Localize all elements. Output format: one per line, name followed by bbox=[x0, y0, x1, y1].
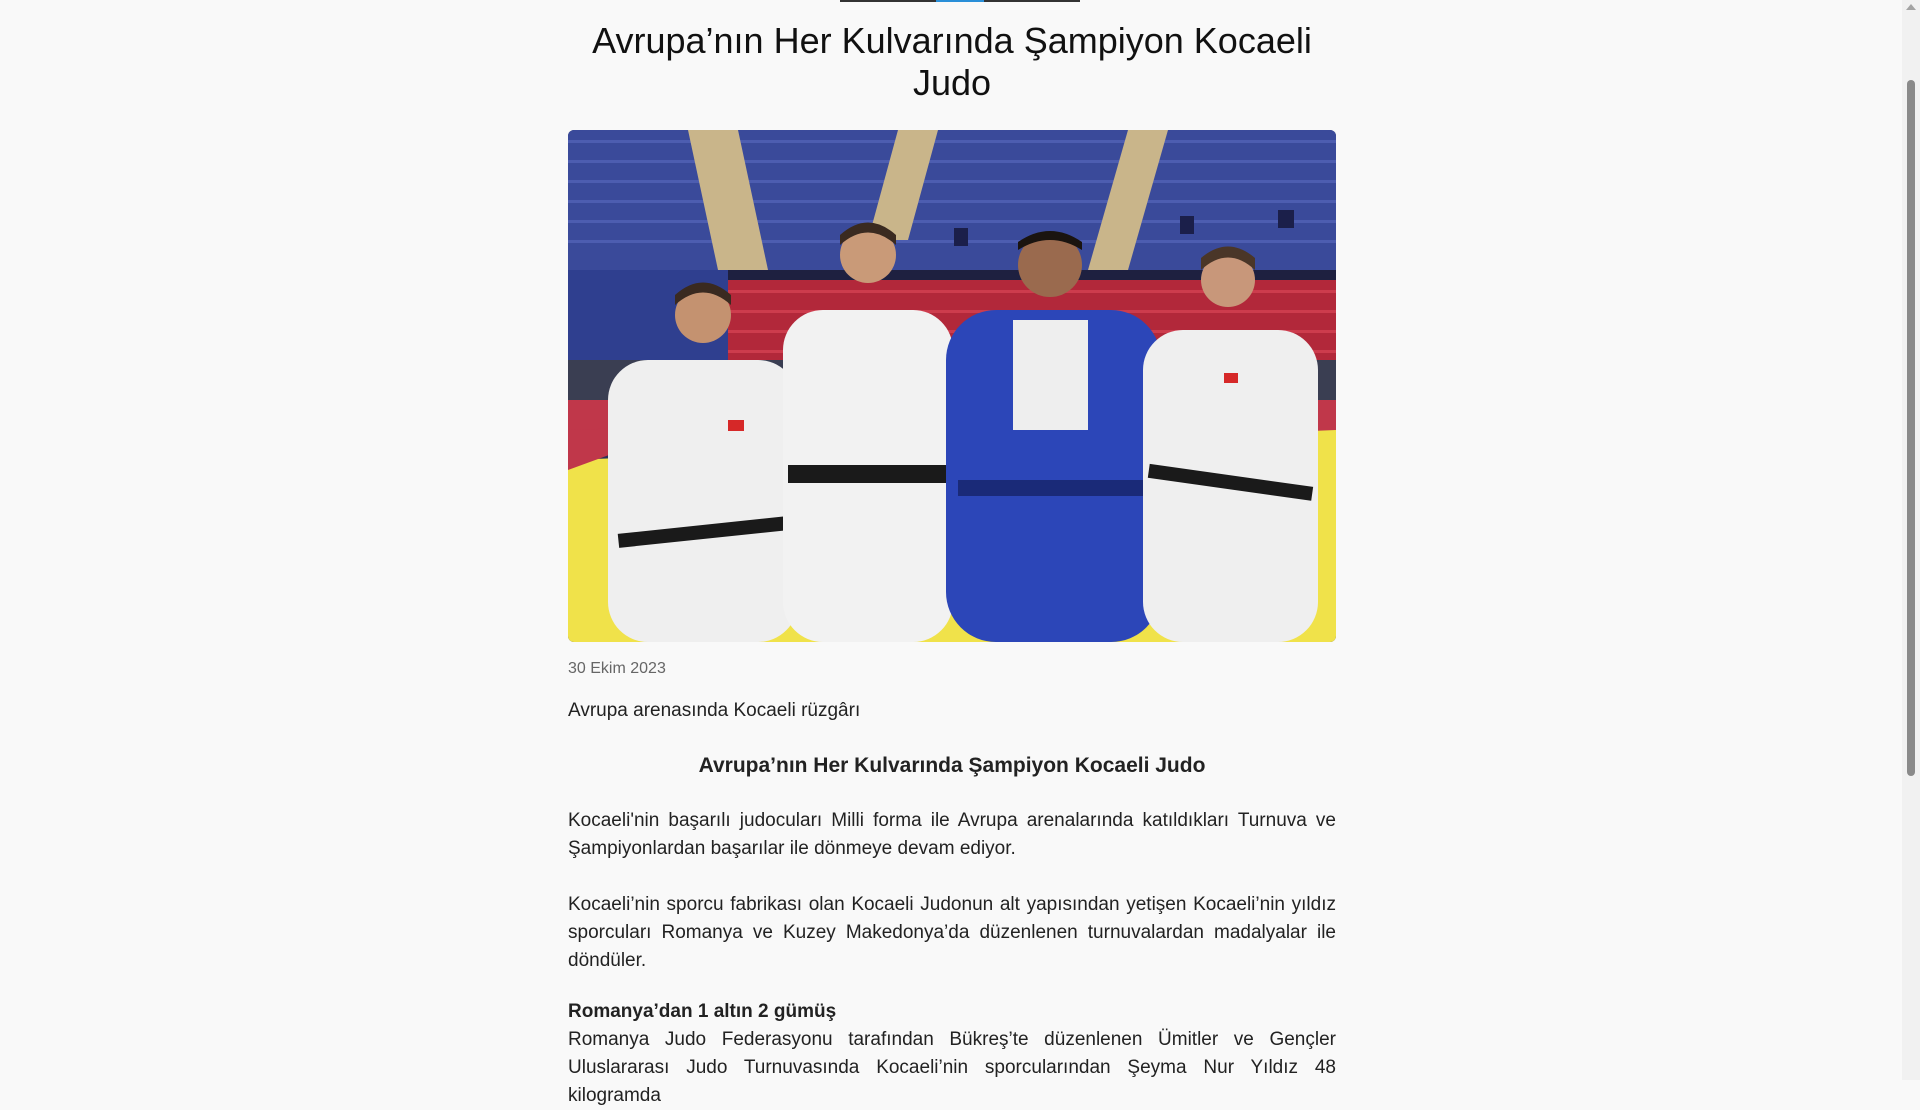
body-paragraph: Kocaeli'nin başarılı judocuları Milli fo… bbox=[568, 810, 1336, 859]
section-heading: Avrupa’nın Her Kulvarında Şampiyon Kocae… bbox=[698, 754, 1206, 777]
publish-date: 30 Ekim 2023 bbox=[568, 660, 666, 677]
scroll-up-arrow-icon[interactable] bbox=[1906, 4, 1916, 10]
article: Avrupa’nın Her Kulvarında Şampiyon Kocae… bbox=[568, 0, 1336, 1110]
body-paragraph: Romanya Judo Federasyonu tarafından Bükr… bbox=[568, 1029, 1336, 1106]
scrollbar-thumb[interactable] bbox=[1907, 80, 1915, 776]
article-subtitle: Avrupa arenasında Kocaeli rüzgârı bbox=[568, 700, 861, 721]
vertical-scrollbar[interactable] bbox=[1902, 0, 1920, 1080]
article-title: Avrupa’nın Her Kulvarında Şampiyon Kocae… bbox=[592, 20, 1312, 103]
article-hero-image bbox=[568, 130, 1336, 642]
romania-heading: Romanya’dan 1 altın 2 gümüş bbox=[568, 1001, 837, 1022]
body-paragraph: Kocaeli’nin sporcu fabrikası olan Kocael… bbox=[568, 894, 1336, 971]
